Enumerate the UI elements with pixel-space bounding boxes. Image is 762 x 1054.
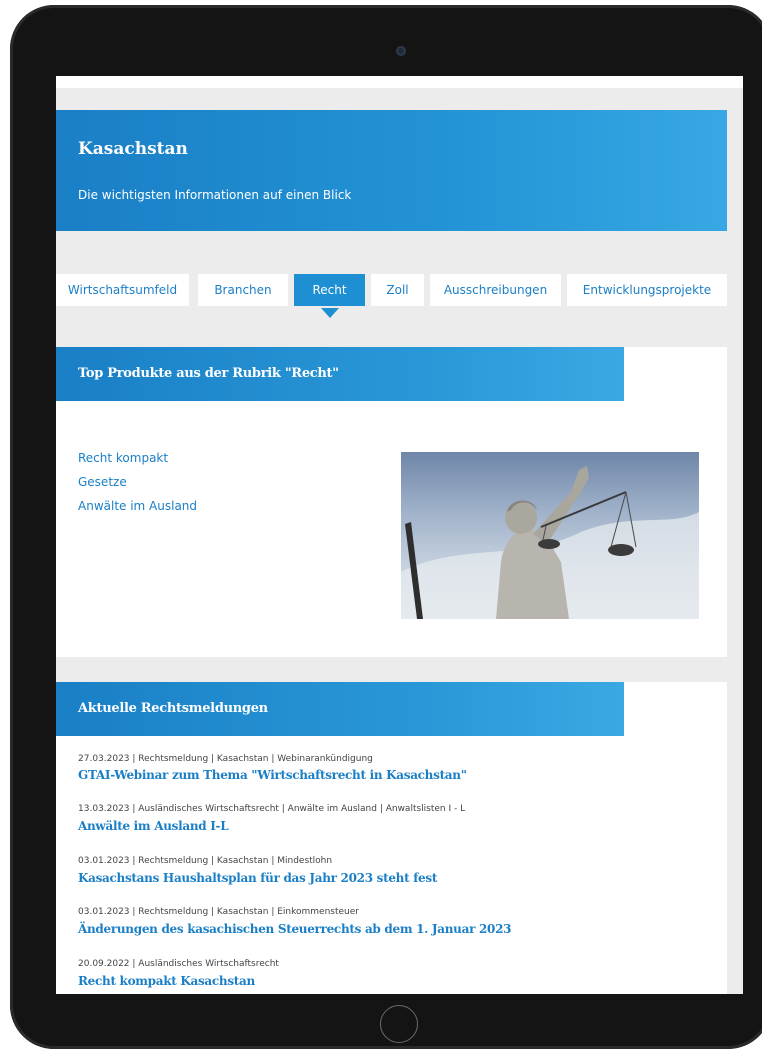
tab-recht[interactable]: Recht [294, 274, 365, 306]
tab-zoll[interactable]: Zoll [371, 274, 424, 306]
news-heading: Aktuelle Rechtsmeldungen [78, 701, 268, 716]
page-title: Kasachstan [78, 139, 188, 159]
link-gesetze[interactable]: Gesetze [78, 475, 127, 489]
news-card: Aktuelle Rechtsmeldungen 27.03.2023 | Re… [56, 682, 727, 994]
tab-wirtschaftsumfeld[interactable]: Wirtschaftsumfeld [56, 274, 189, 306]
news-meta: 03.01.2023 | Rechtsmeldung | Kasachstan … [78, 856, 333, 866]
tablet-frame: Kasachstan Die wichtigsten Informationen… [10, 5, 762, 1049]
tab-branchen[interactable]: Branchen [198, 274, 288, 306]
top-products-header: Top Produkte aus der Rubrik "Recht" [56, 347, 624, 401]
news-title-link[interactable]: GTAI-Webinar zum Thema "Wirtschaftsrecht… [78, 768, 467, 782]
news-meta: 20.09.2022 | Ausländisches Wirtschaftsre… [78, 959, 279, 969]
news-meta: 03.01.2023 | Rechtsmeldung | Kasachstan … [78, 907, 359, 917]
top-products-heading: Top Produkte aus der Rubrik "Recht" [78, 366, 339, 381]
news-title-link[interactable]: Änderungen des kasachischen Steuerrechts… [78, 922, 511, 936]
top-products-card: Top Produkte aus der Rubrik "Recht" Rech… [56, 347, 727, 657]
hero-banner: Kasachstan Die wichtigsten Informationen… [56, 110, 727, 231]
news-title-link[interactable]: Anwälte im Ausland I-L [78, 819, 229, 833]
tab-ausschreibungen[interactable]: Ausschreibungen [430, 274, 561, 306]
tab-entwicklungsprojekte[interactable]: Entwicklungsprojekte [567, 274, 727, 306]
news-title-link[interactable]: Kasachstans Haushaltsplan für das Jahr 2… [78, 871, 437, 885]
justitia-statue-image [401, 452, 699, 619]
news-meta: 13.03.2023 | Ausländisches Wirtschaftsre… [78, 804, 466, 814]
link-anwaelte-im-ausland[interactable]: Anwälte im Ausland [78, 499, 197, 513]
news-header: Aktuelle Rechtsmeldungen [56, 682, 624, 736]
news-title-link[interactable]: Recht kompakt Kasachstan [78, 974, 255, 988]
home-button[interactable] [380, 1005, 418, 1043]
tab-bar: Wirtschaftsumfeld Branchen Recht Zoll Au… [56, 274, 743, 306]
active-tab-pointer [321, 308, 339, 318]
page-subtitle: Die wichtigsten Informationen auf einen … [78, 188, 352, 202]
top-strip [56, 76, 743, 88]
screen: Kasachstan Die wichtigsten Informationen… [56, 76, 743, 994]
camera-icon [396, 46, 406, 56]
link-recht-kompakt[interactable]: Recht kompakt [78, 451, 168, 465]
news-meta: 27.03.2023 | Rechtsmeldung | Kasachstan … [78, 754, 373, 764]
